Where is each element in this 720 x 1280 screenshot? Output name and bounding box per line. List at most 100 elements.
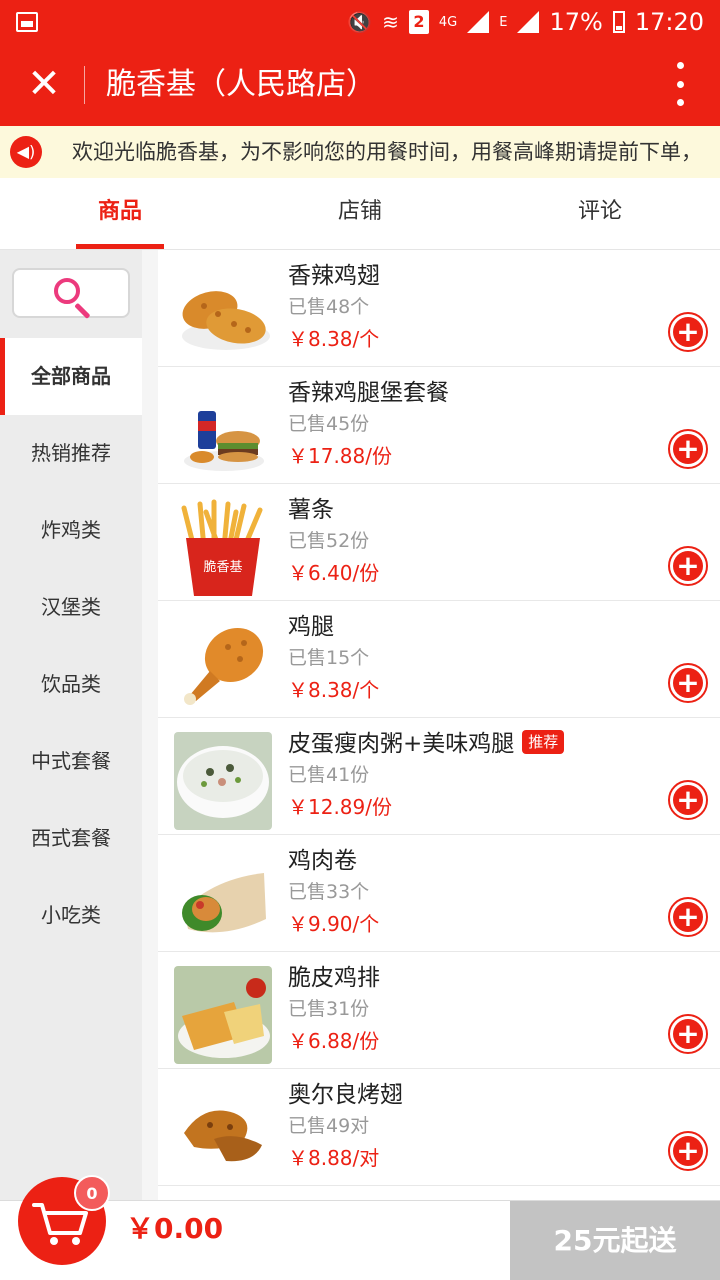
category-burgers[interactable]: 汉堡类: [0, 569, 142, 646]
more-options-icon[interactable]: [670, 62, 690, 106]
category-sidebar: 全部商品 热销推荐 炸鸡类 汉堡类 饮品类 中式套餐 西式套餐 小吃类: [0, 250, 142, 1200]
product-price: ￥6.88/份: [288, 1029, 380, 1053]
category-all[interactable]: 全部商品: [0, 338, 142, 415]
sim-slot-icon: 2: [408, 10, 429, 34]
plus-icon: +: [673, 1019, 703, 1049]
category-fried-chicken[interactable]: 炸鸡类: [0, 492, 142, 569]
mute-icon: 🔇: [347, 10, 373, 34]
product-price: ￥9.90/个: [288, 912, 380, 936]
product-item[interactable]: 脆皮鸡排 已售31份 ￥6.88/份 +: [158, 952, 720, 1069]
plus-icon: +: [673, 434, 703, 464]
search-icon: [54, 278, 80, 304]
category-hot[interactable]: 热销推荐: [0, 415, 142, 492]
title-bar: ✕ 脆香基（人民路店）: [0, 44, 720, 126]
product-sold: 已售48个: [288, 296, 370, 318]
clock: 17:20: [634, 8, 704, 36]
product-sold: 已售45份: [288, 413, 370, 435]
product-price: ￥6.40/份: [288, 561, 380, 585]
plus-icon: +: [673, 551, 703, 581]
category-drinks[interactable]: 饮品类: [0, 646, 142, 723]
product-name: 鸡肉卷: [288, 848, 357, 874]
category-western-set[interactable]: 西式套餐: [0, 800, 142, 877]
product-sold: 已售49对: [288, 1115, 370, 1137]
product-item[interactable]: 皮蛋瘦肉粥+美味鸡腿 推荐 已售41份 ￥12.89/份 +: [158, 718, 720, 835]
product-name: 皮蛋瘦肉粥+美味鸡腿 推荐: [288, 728, 565, 760]
plus-icon: +: [673, 317, 703, 347]
burger-combo-image: [174, 381, 272, 479]
category-chinese-set[interactable]: 中式套餐: [0, 723, 142, 800]
add-to-cart-button[interactable]: +: [668, 312, 708, 352]
add-to-cart-button[interactable]: +: [668, 546, 708, 586]
product-item[interactable]: 脆香基 薯条 已售52份 ￥6.40/份 +: [158, 484, 720, 601]
product-sold: 已售52份: [288, 530, 370, 552]
signal-icon-2: [517, 11, 540, 33]
product-item[interactable]: 香辣鸡腿堡套餐 已售45份 ￥17.88/份 +: [158, 367, 720, 484]
search-button[interactable]: [12, 268, 130, 319]
tab-bar: 商品 店铺 评论: [0, 178, 720, 250]
title-divider: [84, 66, 85, 104]
checkout-button[interactable]: 25元起送: [510, 1201, 720, 1280]
fries-box-logo: 脆香基: [203, 560, 243, 575]
product-name-text: 皮蛋瘦肉粥+美味鸡腿: [288, 731, 515, 757]
product-item[interactable]: 奥尔良烤翅 已售49对 ￥8.88/对 +: [158, 1069, 720, 1186]
product-name: 脆皮鸡排: [288, 965, 380, 991]
chicken-cutlet-image: [174, 966, 272, 1064]
add-to-cart-button[interactable]: +: [668, 429, 708, 469]
product-item[interactable]: 香辣鸡翅 已售48个 ￥8.38/个 +: [158, 250, 720, 367]
status-icons: 🔇 ≋ 2 4G E 17% 17:20: [347, 6, 704, 38]
chicken-wrap-image: [174, 849, 272, 947]
close-icon[interactable]: ✕: [22, 62, 66, 106]
tab-products[interactable]: 商品: [0, 178, 240, 249]
notice-bar: ◀) 欢迎光临脆香基，为不影响您的用餐时间，用餐高峰期请提前下单，: [0, 126, 720, 178]
notice-text: 欢迎光临脆香基，为不影响您的用餐时间，用餐高峰期请提前下单，: [72, 140, 702, 164]
status-bar: 🔇 ≋ 2 4G E 17% 17:20: [0, 0, 720, 44]
edge-label: E: [499, 14, 508, 30]
product-list: 香辣鸡翅 已售48个 ￥8.38/个 + 香辣鸡腿堡套餐 已售45份 ￥17.8…: [158, 250, 720, 1200]
product-sold: 已售15个: [288, 647, 370, 669]
product-name: 鸡腿: [288, 614, 334, 640]
wifi-icon: ≋: [382, 10, 399, 34]
cart-bar: 0 ￥0.00 25元起送: [0, 1175, 720, 1280]
product-item[interactable]: 鸡腿 已售15个 ￥8.38/个 +: [158, 601, 720, 718]
product-price: ￥12.89/份: [288, 795, 392, 819]
signal-icon: [467, 11, 490, 33]
product-sold: 已售41份: [288, 764, 370, 786]
plus-icon: +: [673, 785, 703, 815]
plus-icon: +: [673, 668, 703, 698]
product-item[interactable]: 鸡肉卷 已售33个 ￥9.90/个 +: [158, 835, 720, 952]
product-price: ￥8.88/对: [288, 1146, 380, 1170]
recommend-badge: 推荐: [522, 729, 565, 754]
add-to-cart-button[interactable]: +: [668, 897, 708, 937]
network-type-label: 4G: [438, 14, 458, 30]
product-name: 香辣鸡翅: [288, 263, 380, 289]
congee-image: [174, 732, 272, 830]
add-to-cart-button[interactable]: +: [668, 1014, 708, 1054]
product-name: 香辣鸡腿堡套餐: [288, 380, 449, 406]
add-to-cart-button[interactable]: +: [668, 780, 708, 820]
drumstick-image: [174, 615, 272, 713]
speaker-icon: ◀): [10, 136, 42, 168]
plus-icon: +: [673, 902, 703, 932]
page-title: 脆香基（人民路店）: [106, 67, 376, 102]
add-to-cart-button[interactable]: +: [668, 1131, 708, 1171]
product-price: ￥17.88/份: [288, 444, 392, 468]
product-price: ￥8.38/个: [288, 327, 380, 351]
product-name: 薯条: [288, 497, 334, 523]
roast-wings-image: [174, 1083, 272, 1181]
category-list: 全部商品 热销推荐 炸鸡类 汉堡类 饮品类 中式套餐 西式套餐 小吃类: [0, 338, 142, 954]
battery-icon: [612, 11, 625, 33]
fries-image: 脆香基: [174, 498, 272, 596]
gallery-notification-icon: [16, 12, 38, 32]
add-to-cart-button[interactable]: +: [668, 663, 708, 703]
battery-percent: 17%: [549, 8, 603, 36]
product-price: ￥8.38/个: [288, 678, 380, 702]
product-sold: 已售31份: [288, 998, 370, 1020]
product-sold: 已售33个: [288, 881, 370, 903]
product-name: 奥尔良烤翅: [288, 1082, 403, 1108]
tab-store[interactable]: 店铺: [240, 178, 480, 249]
plus-icon: +: [673, 1136, 703, 1166]
cart-count-badge: 0: [74, 1175, 110, 1211]
cart-total: ￥0.00: [126, 1212, 224, 1245]
category-snacks[interactable]: 小吃类: [0, 877, 142, 954]
tab-reviews[interactable]: 评论: [480, 178, 720, 249]
